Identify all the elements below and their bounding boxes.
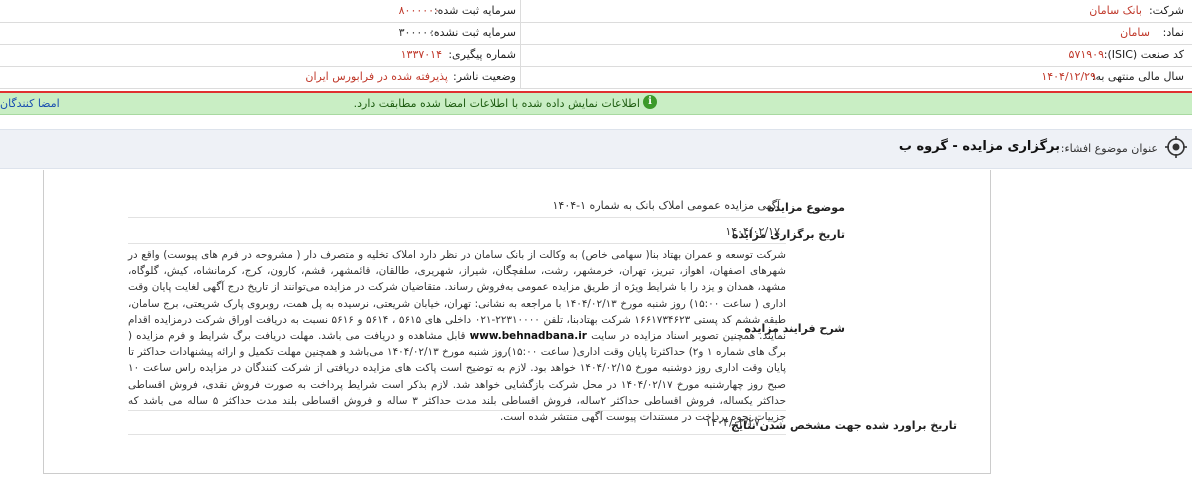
isic-value: ۵۷۱۹۰۹ [1068, 48, 1104, 61]
symbol-value[interactable]: سامان [1120, 26, 1150, 39]
results-date-label: تاریخ براورد شده جهت مشخص شدن نتایج [731, 419, 957, 432]
reg-capital-value: ۸۰۰۰۰۰۰ [398, 4, 440, 17]
separator [128, 243, 786, 244]
company-info-table: شرکت: بانک سامان سرمایه ثبت شده: ۸۰۰۰۰۰۰… [0, 0, 1192, 90]
info-icon: i [643, 95, 657, 109]
subject-label: عنوان موضوع افشاء: [1060, 142, 1158, 155]
results-date-value: ۱۴۰۴/۰۲/۲۷ [705, 416, 760, 429]
verification-bar: i اطلاعات نمایش داده شده با اطلاعات امضا… [0, 93, 1192, 115]
status-value: پذیرفته شده در فرابورس ایران [305, 70, 448, 83]
symbol-cell: نماد: سامان [520, 22, 1192, 44]
separator [128, 217, 786, 218]
website-link[interactable]: www.behnadbana.ir [470, 330, 587, 342]
separator [128, 434, 786, 435]
subject-title: برگزاری مزایده - گروه ب [898, 139, 1060, 154]
process-text-part1: شرکت توسعه و عمران بهتاد بنا( سهامی خاص)… [128, 249, 786, 343]
reg-capital-label: سرمایه ثبت شده: [433, 4, 516, 17]
fiscal-label: سال مالی منتهی به: [1091, 70, 1184, 83]
isic-label: کد صنعت (ISIC): [1103, 48, 1184, 61]
info-row-3: کد صنعت (ISIC): ۵۷۱۹۰۹ شماره پیگیری: ۱۳۳… [0, 44, 1192, 67]
tracking-label: شماره پیگیری: [448, 48, 516, 61]
topic-value: آگهی مزایده عمومی املاک بانک به شماره ۱-… [552, 199, 780, 212]
company-value[interactable]: بانک سامان [1089, 4, 1142, 17]
target-icon [1165, 136, 1187, 158]
verification-message: اطلاعات نمایش داده شده با اطلاعات امضا ش… [353, 97, 640, 110]
info-row-1: شرکت: بانک سامان سرمایه ثبت شده: ۸۰۰۰۰۰۰ [0, 0, 1192, 23]
status-cell: وضعیت ناشر: پذیرفته شده در فرابورس ایران [0, 66, 520, 88]
info-row-2: نماد: سامان سرمایه ثبت نشده: ۳۰۰۰۰۰۰ [0, 22, 1192, 45]
subject-band: عنوان موضوع افشاء: برگزاری مزایده - گروه… [0, 129, 1192, 169]
separator [128, 410, 786, 411]
isic-cell: کد صنعت (ISIC): ۵۷۱۹۰۹ [520, 44, 1192, 66]
tracking-cell: شماره پیگیری: ۱۳۳۷۰۱۴ [0, 44, 520, 66]
status-label: وضعیت ناشر: [453, 70, 516, 83]
symbol-label: نماد: [1162, 26, 1184, 39]
reg-capital-cell: سرمایه ثبت شده: ۸۰۰۰۰۰۰ [0, 0, 520, 22]
fiscal-cell: سال مالی منتهی به: ۱۴۰۴/۱۲/۲۹ [520, 66, 1192, 88]
unreg-capital-label: سرمایه ثبت نشده: [430, 26, 516, 39]
tracking-value: ۱۳۳۷۰۱۴ [400, 48, 442, 61]
company-cell: شرکت: بانک سامان [520, 0, 1192, 22]
unreg-capital-value: ۳۰۰۰۰۰۰ [398, 26, 440, 39]
date-value: ۱۴۰۴/۰۲/۱۷ [725, 225, 780, 238]
signers-link[interactable]: امضا کنندگان [0, 97, 60, 110]
company-label: شرکت: [1148, 4, 1184, 17]
process-description: شرکت توسعه و عمران بهتاد بنا( سهامی خاص)… [128, 247, 786, 425]
info-row-4: سال مالی منتهی به: ۱۴۰۴/۱۲/۲۹ وضعیت ناشر… [0, 66, 1192, 89]
unreg-capital-cell: سرمایه ثبت نشده: ۳۰۰۰۰۰۰ [0, 22, 520, 44]
fiscal-value: ۱۴۰۴/۱۲/۲۹ [1041, 70, 1096, 83]
